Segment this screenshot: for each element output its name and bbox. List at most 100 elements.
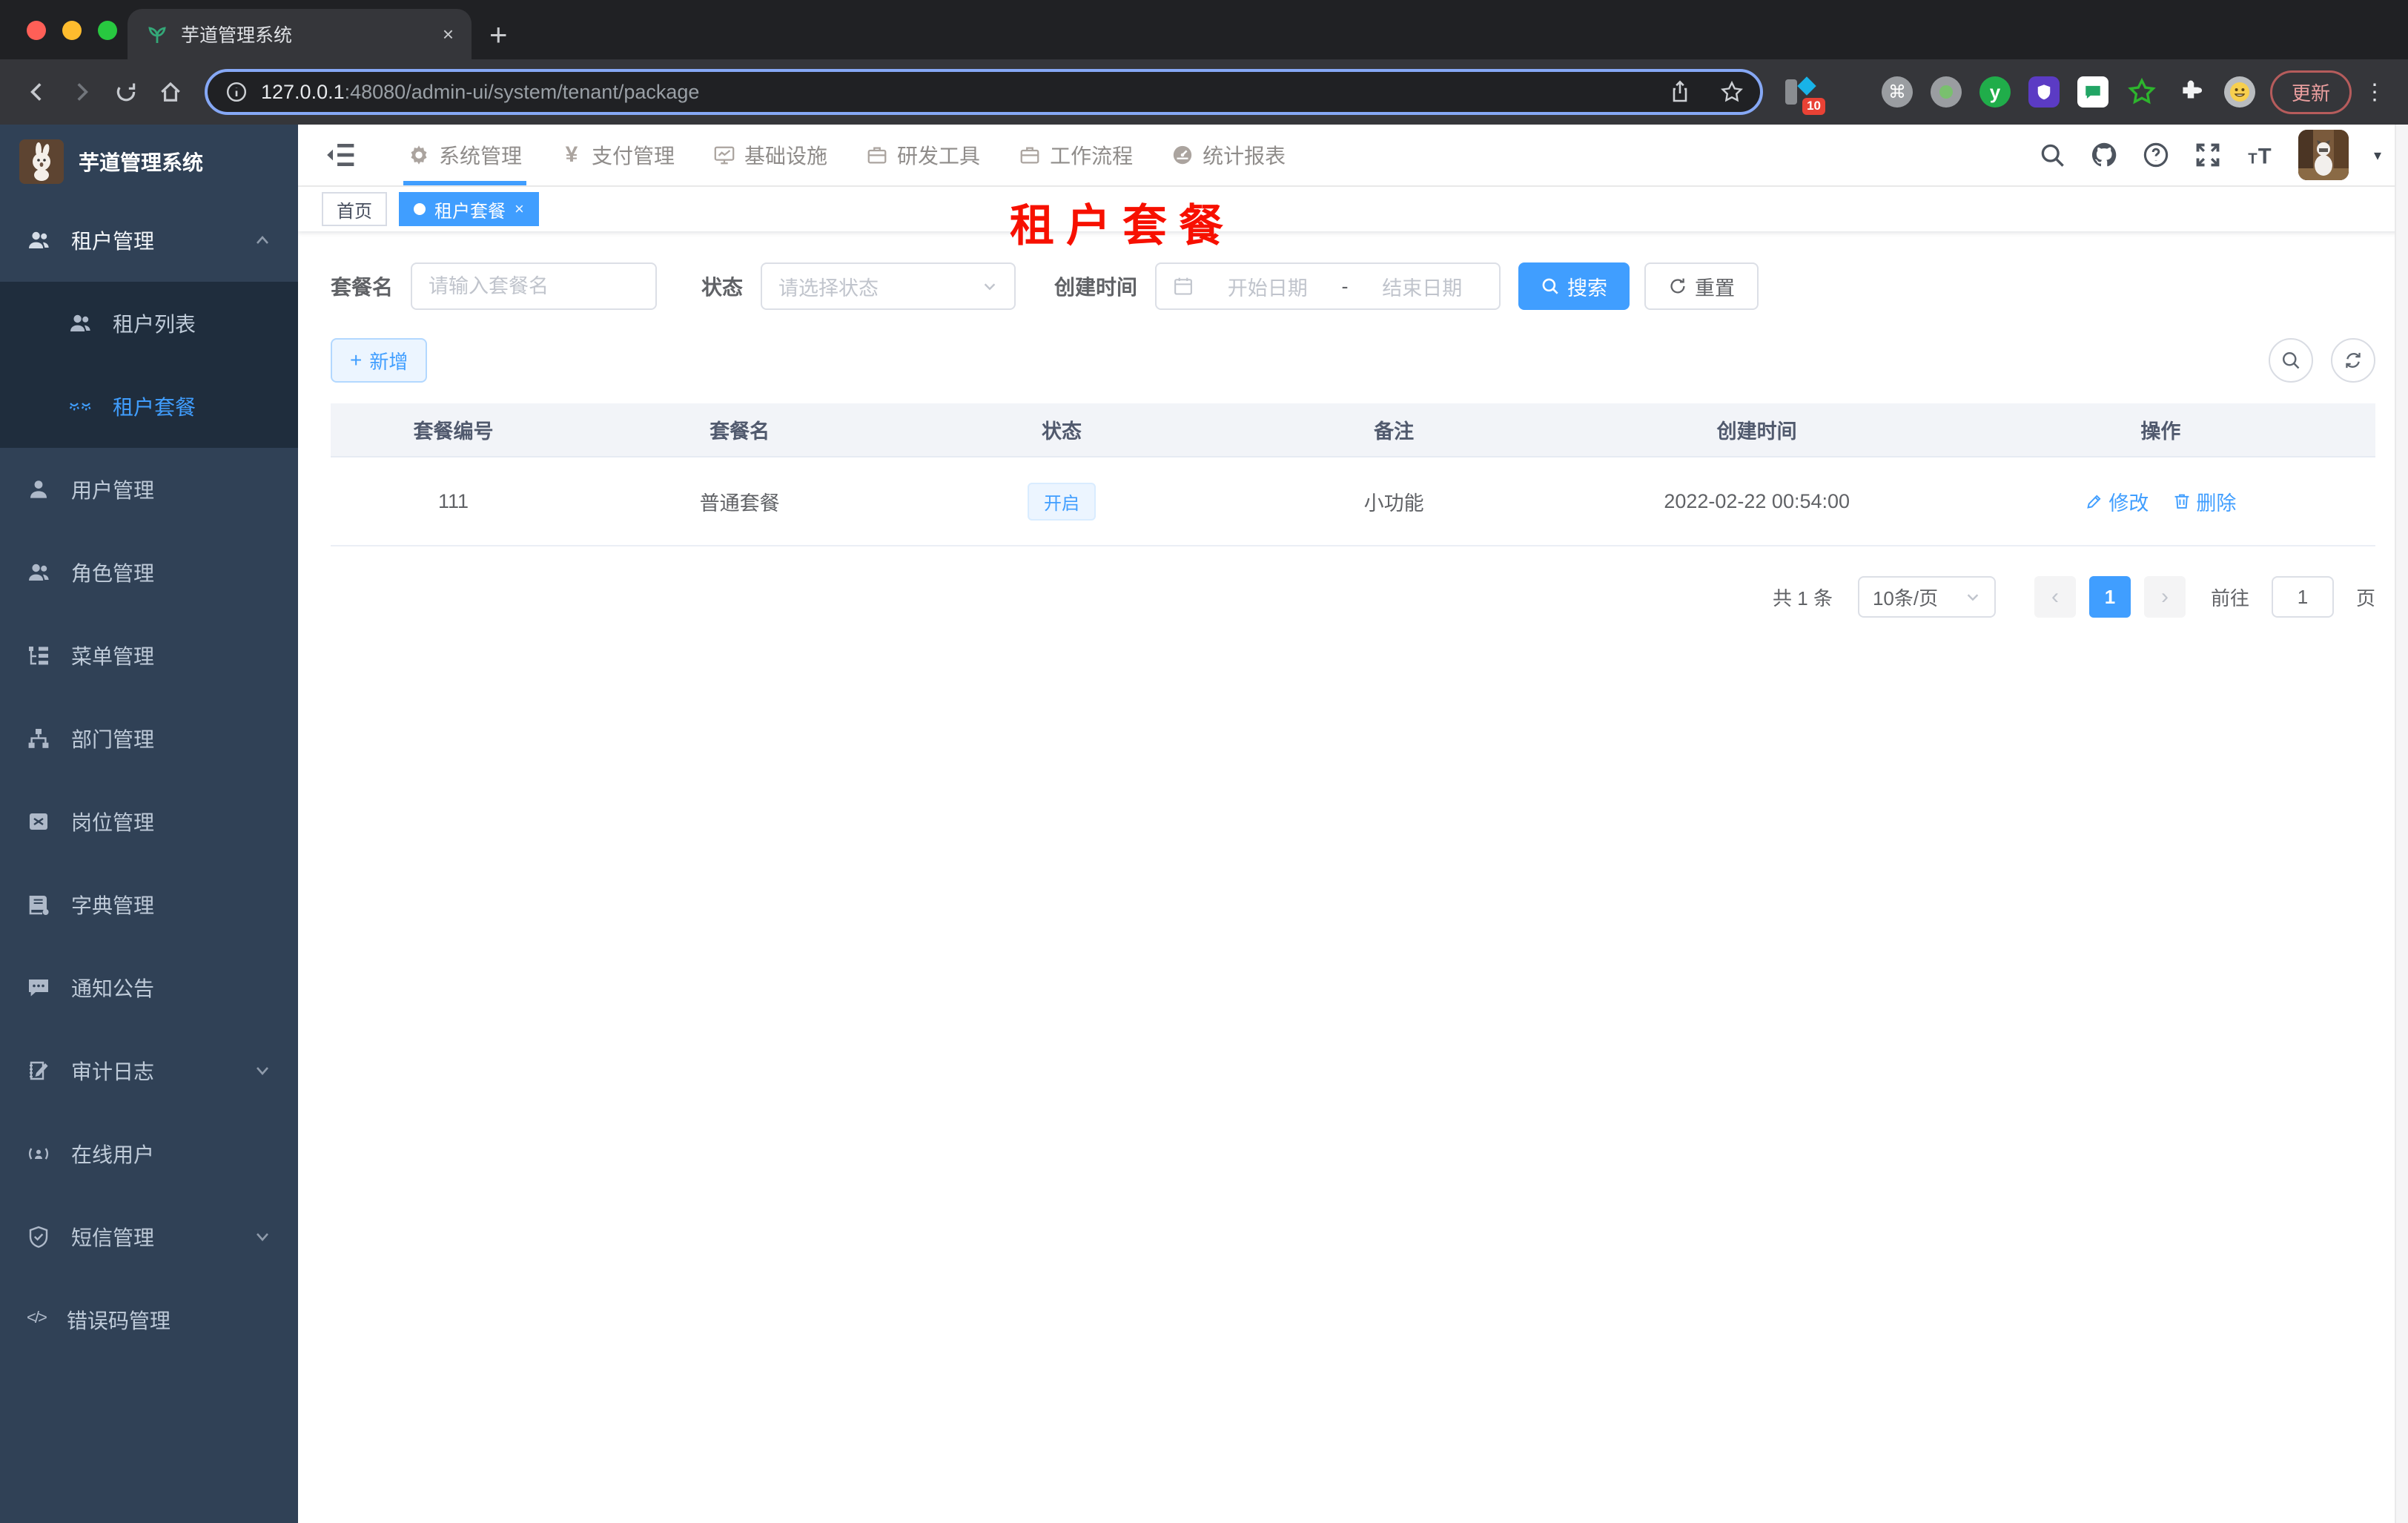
tab-close-icon[interactable]: × [443, 23, 454, 46]
sidebar-item-error-code[interactable]: </> 错误码管理 [0, 1278, 298, 1361]
admin-app: 芋道管理系统 租户管理 租户列表 租户套餐 用户管理 角色管理 菜单管理 部门管… [0, 125, 2408, 1523]
github-icon[interactable] [2091, 142, 2117, 168]
date-range-picker[interactable]: 开始日期 - 结束日期 [1155, 262, 1501, 310]
bookmark-star-icon[interactable] [1713, 73, 1751, 111]
message-icon [27, 976, 50, 1000]
start-date-placeholder[interactable]: 开始日期 [1207, 272, 1329, 301]
svg-text:T: T [2248, 151, 2258, 167]
delete-link[interactable]: 删除 [2172, 487, 2236, 516]
url-text[interactable]: 127.0.0.1:48080/admin-ui/system/tenant/p… [261, 81, 1647, 104]
package-name-input-field[interactable] [429, 274, 640, 298]
package-name-input[interactable] [411, 262, 658, 310]
post-badge-icon [27, 810, 50, 833]
extension-recorder-icon[interactable] [1930, 76, 1962, 108]
info-icon[interactable] [225, 81, 248, 103]
search-icon[interactable] [2039, 142, 2065, 168]
search-form: 套餐名 状态 请选择状态 创建时间 [331, 262, 2375, 310]
sidebar-item-dict-management[interactable]: 字典管理 [0, 863, 298, 946]
back-icon[interactable] [15, 70, 59, 114]
next-page-button[interactable]: › [2143, 576, 2186, 618]
gear-icon [408, 144, 430, 166]
sidebar-item-dept-management[interactable]: 部门管理 [0, 697, 298, 780]
sidebar-item-role-management[interactable]: 角色管理 [0, 531, 298, 614]
extension-puzzle-icon[interactable] [2175, 76, 2206, 108]
zoom-window-icon[interactable] [98, 21, 117, 40]
extension-gem-icon[interactable] [1833, 76, 1864, 108]
scrollbar-gutter[interactable] [2395, 125, 2408, 1523]
cell-status: 开启 [903, 457, 1220, 546]
share-icon[interactable] [1661, 73, 1699, 111]
org-tree-icon [27, 727, 50, 750]
sidebar-item-online-users[interactable]: 在线用户 [0, 1112, 298, 1195]
extension-shield-icon[interactable] [2028, 76, 2060, 108]
prev-page-button[interactable]: ‹ [2034, 576, 2076, 618]
search-button[interactable]: 搜索 [1518, 262, 1630, 310]
collapse-sidebar-icon[interactable] [325, 139, 356, 171]
caret-down-icon[interactable]: ▾ [2374, 146, 2381, 165]
sidebar-item-tenant-package[interactable]: 租户套餐 [0, 365, 298, 448]
refresh-table-button[interactable] [2331, 338, 2375, 383]
tag-tenant-package[interactable]: 租户套餐 × [399, 192, 539, 226]
help-icon[interactable] [2143, 142, 2169, 168]
new-tab-icon[interactable]: + [489, 19, 508, 50]
reset-button[interactable]: 重置 [1644, 262, 1759, 310]
minimize-window-icon[interactable] [62, 21, 82, 40]
tags-view: 首页 租户套餐 × [298, 187, 2408, 231]
font-size-icon[interactable]: TT [2246, 142, 2273, 168]
end-date-placeholder[interactable]: 结束日期 [1362, 272, 1484, 301]
browser-tab[interactable]: 芋道管理系统 × [128, 9, 472, 59]
extension-chat-icon[interactable] [2077, 76, 2108, 108]
goto-page-input[interactable] [2271, 576, 2334, 618]
sidebar-item-user-management[interactable]: 用户管理 [0, 448, 298, 531]
col-header-created: 创建时间 [1567, 403, 1946, 457]
browser-menu-icon[interactable]: ⋮ [2364, 79, 2387, 105]
sidebar-item-audit-log[interactable]: 审计日志 [0, 1029, 298, 1112]
monitor-icon [713, 144, 735, 166]
nav-item-system[interactable]: 系统管理 [388, 125, 541, 185]
user-avatar[interactable] [2298, 130, 2349, 180]
nav-item-report[interactable]: 统计报表 [1152, 125, 1305, 185]
add-button[interactable]: + 新增 [331, 338, 428, 383]
name-label: 套餐名 [331, 276, 394, 299]
sidebar-item-notice[interactable]: 通知公告 [0, 946, 298, 1029]
nav-item-infra[interactable]: 基础设施 [694, 125, 847, 185]
fullscreen-icon[interactable] [2194, 142, 2221, 168]
status-select[interactable]: 请选择状态 [761, 262, 1016, 310]
tree-table-icon [27, 644, 50, 667]
chevron-down-icon [1965, 589, 1981, 605]
nav-item-pay[interactable]: ¥ 支付管理 [541, 125, 694, 185]
page-number-1[interactable]: 1 [2088, 576, 2131, 618]
sidebar-item-tenant-management[interactable]: 租户管理 [0, 199, 298, 282]
show-search-button[interactable] [2269, 338, 2313, 383]
header-actions: TT ▾ [2039, 130, 2381, 180]
extension-y-icon[interactable]: y [1979, 76, 2011, 108]
edit-link[interactable]: 修改 [2085, 487, 2149, 516]
url-bar[interactable]: 127.0.0.1:48080/admin-ui/system/tenant/p… [205, 69, 1763, 115]
sidebar-item-sms-management[interactable]: 短信管理 [0, 1195, 298, 1278]
home-icon[interactable] [148, 70, 193, 114]
user-icon [27, 478, 50, 501]
tag-close-icon[interactable]: × [515, 199, 524, 219]
online-signal-icon [27, 1142, 50, 1166]
extension-emoji-icon[interactable] [2223, 76, 2255, 108]
chevron-down-icon [982, 278, 998, 294]
close-window-icon[interactable] [27, 21, 46, 40]
sidebar-item-tenant-list[interactable]: 租户列表 [0, 282, 298, 365]
forward-icon[interactable] [59, 70, 104, 114]
logo-rabbit-image [19, 139, 64, 184]
sidebar-item-post-management[interactable]: 岗位管理 [0, 780, 298, 863]
tag-home[interactable]: 首页 [322, 192, 387, 226]
chrome-update-button[interactable]: 更新 [2269, 70, 2352, 114]
extension-command-icon[interactable]: ⌘ [1881, 76, 1913, 108]
app-logo[interactable]: 芋道管理系统 [0, 125, 298, 199]
cell-created-time: 2022-02-22 00:54:00 [1567, 457, 1946, 546]
table-toolbar: + 新增 [331, 338, 2375, 383]
nav-item-workflow[interactable]: 工作流程 [999, 125, 1152, 185]
nav-item-devtools[interactable]: 研发工具 [847, 125, 999, 185]
extension-star-icon[interactable] [2126, 76, 2157, 108]
reload-icon[interactable] [104, 70, 148, 114]
url-host: 127.0.0.1 [261, 80, 345, 103]
page-size-select[interactable]: 10条/页 [1857, 576, 1996, 618]
extension-tabs-icon[interactable]: 10 [1784, 76, 1825, 115]
sidebar-item-menu-management[interactable]: 菜单管理 [0, 614, 298, 697]
